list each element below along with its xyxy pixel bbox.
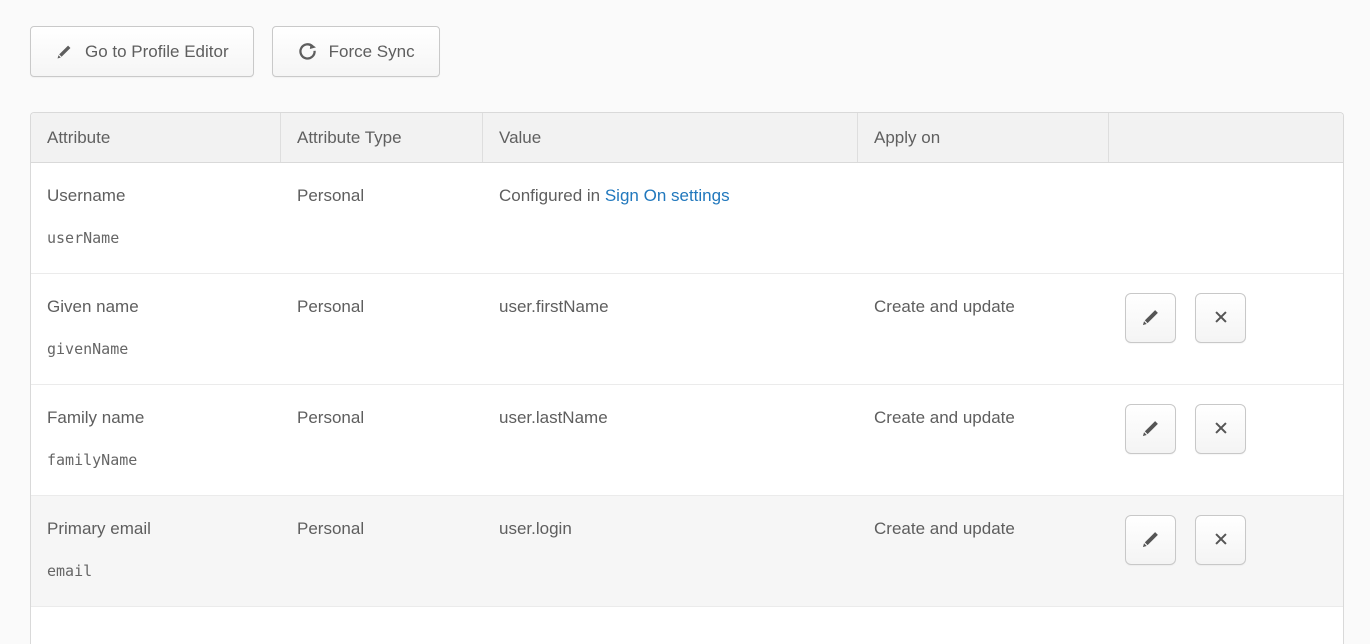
row-actions (1109, 163, 1343, 273)
attribute-cell: Given name givenName (31, 274, 281, 384)
apply-on-cell: Create and update (858, 496, 1109, 606)
edit-attribute-button[interactable] (1125, 404, 1176, 454)
delete-attribute-button[interactable] (1195, 515, 1246, 565)
value-prefix-text: Configured in (499, 186, 605, 205)
close-icon (1210, 306, 1232, 331)
row-actions (1109, 496, 1343, 606)
sync-icon (297, 41, 318, 62)
attribute-display-name: Primary email (47, 519, 265, 539)
attribute-cell: Username userName (31, 163, 281, 273)
attribute-type-cell: Personal (281, 496, 483, 606)
table-header-row: Attribute Attribute Type Value Apply on (31, 113, 1343, 163)
row-actions (1109, 385, 1343, 495)
attribute-type-cell: Personal (281, 274, 483, 384)
attribute-display-name: Given name (47, 297, 265, 317)
header-attribute-type: Attribute Type (281, 113, 483, 162)
delete-attribute-button[interactable] (1195, 293, 1246, 343)
attribute-variable-name: givenName (47, 340, 265, 358)
table-body: Username userName Personal Configured in… (31, 163, 1343, 607)
table-row: Family name familyName Personal user.las… (31, 385, 1343, 496)
header-actions (1109, 113, 1343, 162)
value-cell: user.firstName (483, 274, 858, 384)
close-icon (1210, 528, 1232, 553)
partial-next-row (31, 607, 1343, 644)
table-row: Username userName Personal Configured in… (31, 163, 1343, 274)
row-actions (1109, 274, 1343, 384)
attribute-variable-name: familyName (47, 451, 265, 469)
edit-attribute-button[interactable] (1125, 293, 1176, 343)
attribute-mapping-table: Attribute Attribute Type Value Apply on … (30, 112, 1344, 644)
value-text: user.login (499, 519, 572, 538)
value-cell: user.login (483, 496, 858, 606)
delete-attribute-button[interactable] (1195, 404, 1246, 454)
go-to-profile-editor-button[interactable]: Go to Profile Editor (30, 26, 254, 77)
attribute-variable-name: email (47, 562, 265, 580)
attribute-cell: Family name familyName (31, 385, 281, 495)
force-sync-button[interactable]: Force Sync (272, 26, 440, 77)
attribute-variable-name: userName (47, 229, 265, 247)
header-value: Value (483, 113, 858, 162)
attribute-type-cell: Personal (281, 385, 483, 495)
pencil-icon (1140, 417, 1162, 442)
apply-on-cell (858, 163, 1109, 273)
header-attribute: Attribute (31, 113, 281, 162)
go-to-profile-editor-label: Go to Profile Editor (85, 42, 229, 62)
force-sync-label: Force Sync (329, 42, 415, 62)
pencil-icon (1140, 528, 1162, 553)
table-row: Primary email email Personal user.login … (31, 496, 1343, 607)
attribute-cell: Primary email email (31, 496, 281, 606)
value-cell: Configured in Sign On settings (483, 163, 858, 273)
close-icon (1210, 417, 1232, 442)
header-apply-on: Apply on (858, 113, 1109, 162)
attribute-display-name: Username (47, 186, 265, 206)
value-text: user.lastName (499, 408, 608, 427)
edit-attribute-button[interactable] (1125, 515, 1176, 565)
sign-on-settings-link[interactable]: Sign On settings (605, 186, 730, 205)
pencil-icon (55, 42, 74, 61)
attribute-type-cell: Personal (281, 163, 483, 273)
value-cell: user.lastName (483, 385, 858, 495)
apply-on-cell: Create and update (858, 274, 1109, 384)
toolbar: Go to Profile Editor Force Sync (30, 26, 1344, 77)
table-row: Given name givenName Personal user.first… (31, 274, 1343, 385)
apply-on-cell: Create and update (858, 385, 1109, 495)
pencil-icon (1140, 306, 1162, 331)
attribute-display-name: Family name (47, 408, 265, 428)
value-text: user.firstName (499, 297, 609, 316)
